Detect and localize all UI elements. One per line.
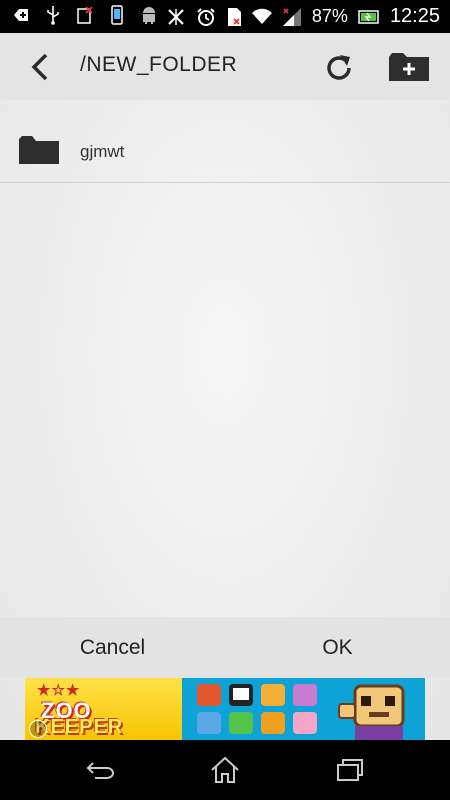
status-bar: 87% 12:25 xyxy=(0,0,450,33)
usb-icon xyxy=(44,6,62,25)
phone-icon xyxy=(108,5,126,25)
sd-card-icon xyxy=(227,7,241,26)
chevron-left-icon xyxy=(31,53,48,81)
cancel-button[interactable]: Cancel xyxy=(0,617,225,678)
clock: 12:25 xyxy=(389,5,440,27)
navigation-bar xyxy=(0,740,450,800)
folder-plus-icon xyxy=(389,53,429,81)
back-button[interactable] xyxy=(20,47,60,87)
ad-logo: ★☆★ ZOO KEEPER xyxy=(25,678,182,740)
alarm-icon xyxy=(197,7,215,26)
file-name: gjmwt xyxy=(80,142,125,161)
toolbar: /NEW_FOLDER xyxy=(0,33,450,100)
no-signal-icon xyxy=(168,8,184,25)
folder-icon xyxy=(19,136,59,164)
current-path: /NEW_FOLDER xyxy=(80,53,238,76)
ok-button[interactable]: OK xyxy=(225,617,450,678)
file-list: gjmwt xyxy=(0,100,450,183)
refresh-icon xyxy=(327,55,351,80)
ad-animals-graphic xyxy=(197,684,317,734)
file-chooser-screen: /NEW_FOLDER gjmwt Cancel OK ★☆★ ZOO KEEP… xyxy=(0,33,450,740)
nav-home-button[interactable] xyxy=(205,754,245,786)
ad-banner[interactable]: ★☆★ ZOO KEEPER i xyxy=(25,678,425,740)
nav-recents-button[interactable] xyxy=(330,754,370,786)
android-icon xyxy=(140,6,158,24)
back-arrow-icon xyxy=(86,762,114,779)
recent-apps-icon xyxy=(337,759,363,781)
ad-logo-line2: KEEPER xyxy=(35,716,124,738)
system-status-icons: 87% 12:25 xyxy=(166,5,440,28)
debug-icon xyxy=(76,6,94,24)
notification-icons xyxy=(12,5,158,25)
dialog-button-bar: Cancel OK xyxy=(0,617,450,678)
ad-logo-stars: ★☆★ xyxy=(37,682,81,699)
ad-info-icon[interactable]: i xyxy=(29,720,47,738)
refresh-button[interactable] xyxy=(319,48,359,88)
battery-percent: 87% xyxy=(311,6,348,26)
battery-icon xyxy=(358,9,379,24)
home-icon xyxy=(211,756,239,783)
nav-back-button[interactable] xyxy=(80,754,120,786)
wifi-icon xyxy=(251,8,272,24)
ad-character-graphic xyxy=(338,684,405,740)
new-folder-button[interactable] xyxy=(385,47,433,87)
list-item[interactable]: gjmwt xyxy=(0,100,450,183)
signal-icon xyxy=(282,7,301,26)
add-icon xyxy=(12,6,30,24)
